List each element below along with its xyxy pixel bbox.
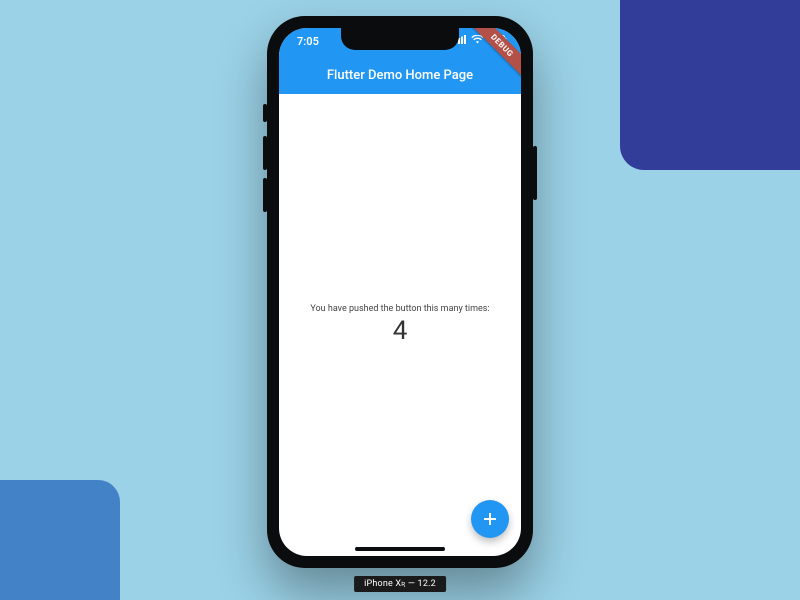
phone-volume-up bbox=[263, 136, 267, 170]
increment-fab[interactable] bbox=[471, 500, 509, 538]
decorative-shape-top-right bbox=[620, 0, 800, 170]
content-area: You have pushed the button this many tim… bbox=[279, 94, 521, 556]
plus-icon bbox=[482, 511, 498, 527]
phone-mute-switch bbox=[263, 104, 267, 122]
phone-volume-down bbox=[263, 178, 267, 212]
phone-mockup: DEBUG 7:05 bbox=[267, 16, 533, 568]
phone-power-button bbox=[533, 146, 537, 200]
counter-value: 4 bbox=[393, 316, 408, 346]
device-label-suffix: — 12.2 bbox=[405, 579, 435, 589]
home-indicator bbox=[355, 547, 445, 551]
counter-message: You have pushed the button this many tim… bbox=[310, 304, 489, 314]
device-label-prefix: iPhone X bbox=[364, 579, 401, 589]
device-label: iPhone Xʀ — 12.2 bbox=[354, 576, 446, 592]
phone-screen: DEBUG 7:05 bbox=[279, 28, 521, 556]
status-time: 7:05 bbox=[297, 35, 319, 48]
app-bar-title: Flutter Demo Home Page bbox=[327, 68, 473, 83]
decorative-shape-bottom-left bbox=[0, 480, 120, 600]
app-bar: Flutter Demo Home Page bbox=[279, 56, 521, 94]
phone-notch bbox=[341, 28, 459, 50]
